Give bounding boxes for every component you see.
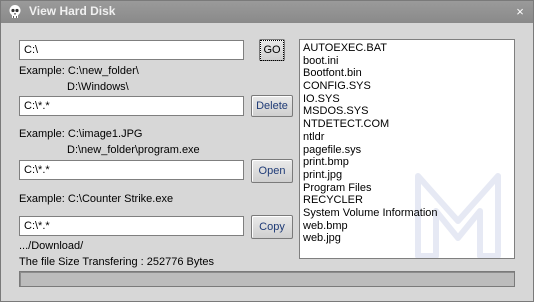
file-list-item[interactable]: Program Files <box>303 182 514 195</box>
file-list[interactable]: AUTOEXEC.BAT boot.ini Bootfont.bin CONFIG.S… <box>299 39 515 259</box>
delete-button[interactable]: Delete <box>251 95 293 117</box>
delete-example-line1: Example: C:\image1.JPG <box>19 128 143 140</box>
open-button[interactable]: Open <box>251 159 293 183</box>
file-list-item[interactable]: IO.SYS <box>303 93 514 106</box>
open-example-line1: Example: C:\Counter Strike.exe <box>19 193 174 205</box>
file-list-item[interactable]: CONFIG.SYS <box>303 80 514 93</box>
file-list-item[interactable]: ntldr <box>303 131 514 144</box>
copy-button[interactable]: Copy <box>251 215 293 239</box>
file-list-item[interactable]: print.bmp <box>303 156 514 169</box>
delete-example-line2: D:\new_folder\program.exe <box>67 144 200 156</box>
file-list-item[interactable]: web.jpg <box>303 232 514 245</box>
file-list-item[interactable]: web.bmp <box>303 220 514 233</box>
file-list-item[interactable]: NTDETECT.COM <box>303 118 514 131</box>
delete-input[interactable]: C:\*.* <box>19 96 244 116</box>
path-example-line1: Example: C:\new_folder\ <box>19 65 139 77</box>
transfer-status: The file Size Transfering : 252776 Bytes <box>19 256 215 268</box>
file-list-item[interactable]: print.jpg <box>303 169 514 182</box>
file-list-item[interactable]: System Volume Information <box>303 207 514 220</box>
open-button-label: Open <box>258 165 286 177</box>
close-icon[interactable]: × <box>513 5 527 19</box>
title-bar[interactable]: View Hard Disk × <box>1 1 533 23</box>
transfer-progress-bar <box>19 271 515 287</box>
file-list-item[interactable]: MSDOS.SYS <box>303 105 514 118</box>
go-button[interactable]: GO <box>259 39 285 61</box>
file-list-item[interactable]: AUTOEXEC.BAT <box>303 42 514 55</box>
copy-input[interactable]: C:\*.* <box>19 216 244 236</box>
path-example-line2: D:\Windows\ <box>67 81 129 93</box>
file-list-item[interactable]: Bootfont.bin <box>303 67 514 80</box>
view-hard-disk-window: View Hard Disk × C:\ GO Example: C:\new_… <box>0 0 534 302</box>
file-list-item[interactable]: RECYCLER <box>303 194 514 207</box>
go-button-label: GO <box>260 40 284 61</box>
copy-button-label: Copy <box>259 221 285 233</box>
download-path: .../Download/ <box>19 240 84 252</box>
delete-button-label: Delete <box>256 100 288 112</box>
open-input[interactable]: C:\*.* <box>19 160 244 180</box>
window-title: View Hard Disk <box>29 4 116 18</box>
file-list-item[interactable]: boot.ini <box>303 55 514 68</box>
file-list-item[interactable]: pagefile.sys <box>303 144 514 157</box>
path-input[interactable]: C:\ <box>19 40 244 60</box>
skull-icon <box>9 5 21 18</box>
